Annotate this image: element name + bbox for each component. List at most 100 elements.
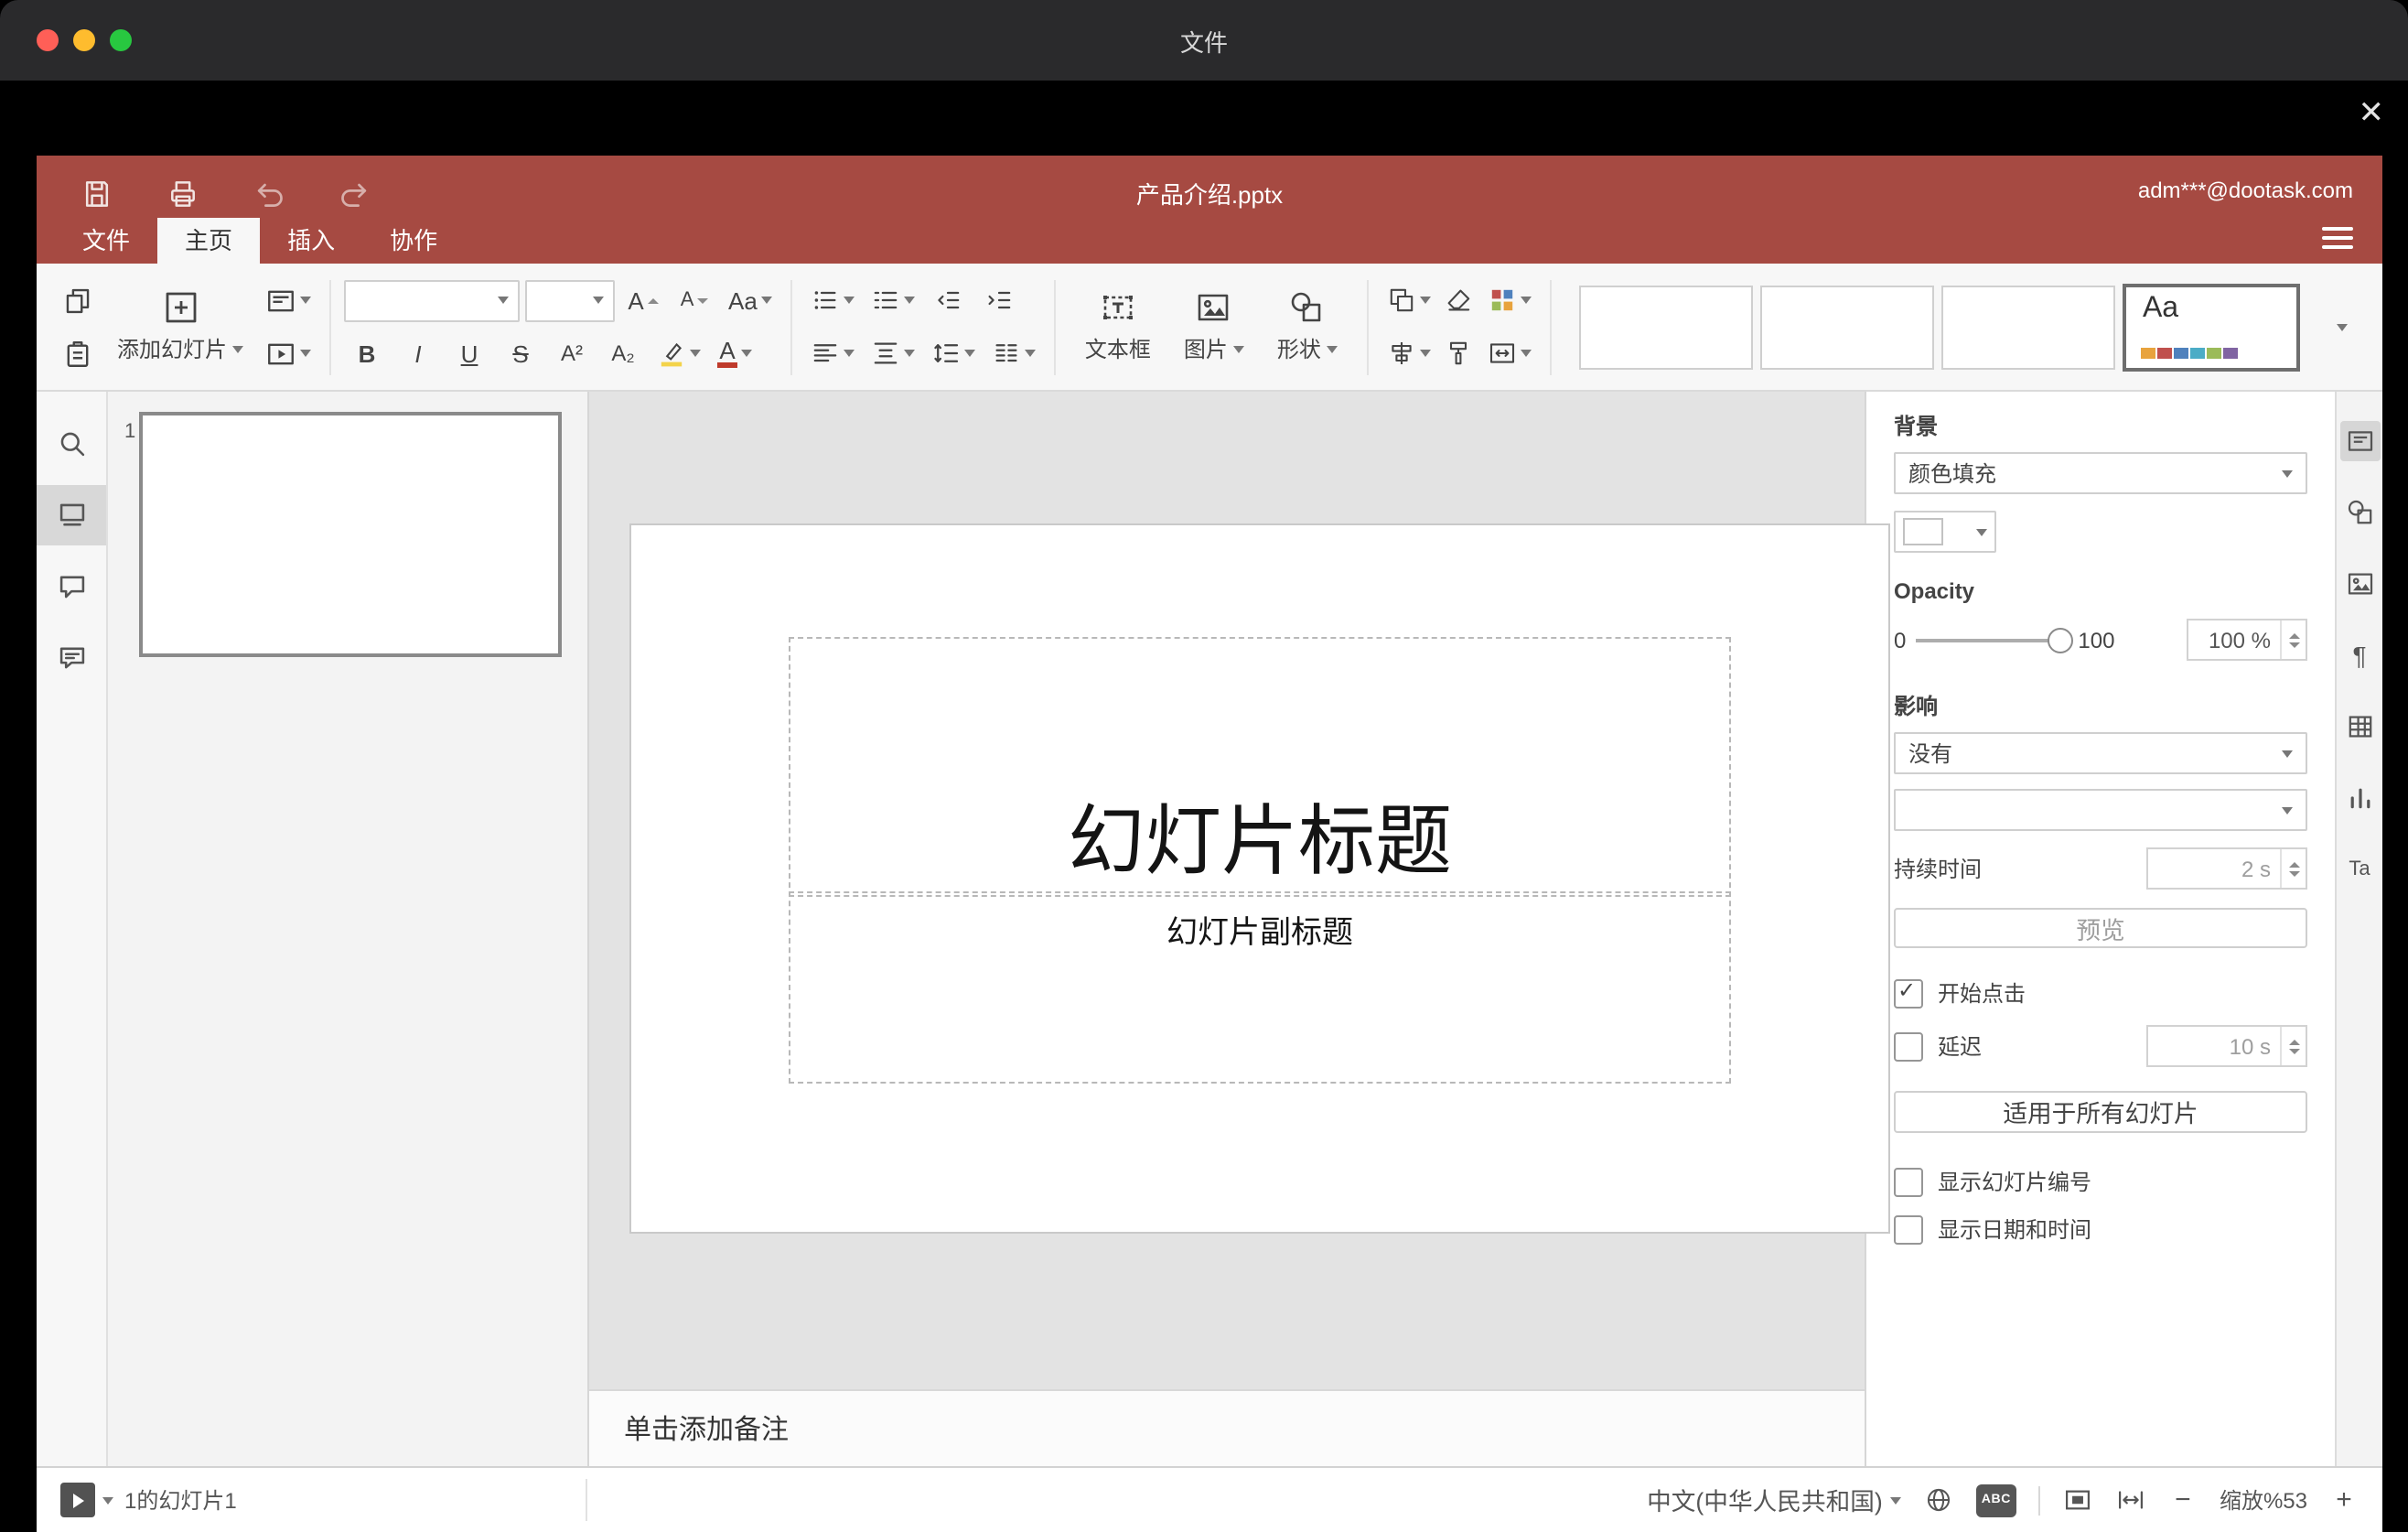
theme-thumbnail-selected[interactable]: Aa xyxy=(2122,283,2300,371)
insert-image-button[interactable]: 图片 xyxy=(1167,274,1261,380)
copy-style-button[interactable] xyxy=(1436,330,1482,376)
decrease-font-size-button[interactable]: A xyxy=(672,277,717,323)
underline-button[interactable]: U xyxy=(446,330,492,376)
spinner-arrows[interactable] xyxy=(2280,849,2306,888)
slide-thumbnail[interactable] xyxy=(139,412,562,657)
paste-button[interactable] xyxy=(55,330,101,376)
fit-to-slide-button[interactable] xyxy=(2062,1484,2093,1516)
arrange-shapes-button[interactable] xyxy=(1381,277,1436,323)
subscript-button[interactable]: A₂ xyxy=(600,330,646,376)
align-shapes-button[interactable] xyxy=(1381,330,1436,376)
save-button[interactable] xyxy=(73,170,119,216)
fill-color-select[interactable] xyxy=(1894,511,1996,553)
copy-button[interactable] xyxy=(55,277,101,323)
bold-button[interactable]: B xyxy=(344,330,390,376)
slide-size-button[interactable] xyxy=(1482,330,1537,376)
font-name-combo[interactable] xyxy=(344,279,521,321)
fill-type-select[interactable]: 颜色填充 xyxy=(1894,452,2307,494)
color-scheme-button[interactable] xyxy=(1482,277,1537,323)
start-slideshow-button[interactable] xyxy=(260,330,317,376)
italic-button[interactable]: I xyxy=(395,330,441,376)
show-date-time-checkbox[interactable] xyxy=(1894,1214,1923,1244)
bullets-button[interactable] xyxy=(805,277,860,323)
add-slide-button[interactable]: 添加幻灯片 xyxy=(101,274,260,380)
line-spacing-button[interactable] xyxy=(926,330,981,376)
arrange-group xyxy=(1381,277,1436,376)
tab-collaboration[interactable]: 协作 xyxy=(362,218,465,264)
theme-gallery-expand-button[interactable] xyxy=(2318,304,2364,350)
increase-font-size-button[interactable]: A xyxy=(620,277,666,323)
paragraph-settings-tab[interactable]: ¶ xyxy=(2339,635,2380,675)
numbering-button[interactable] xyxy=(865,277,920,323)
theme-thumbnail[interactable] xyxy=(1578,285,1753,369)
vertical-align-button[interactable] xyxy=(865,330,920,376)
notes-area[interactable]: 单击添加备注 xyxy=(589,1389,1865,1466)
increase-indent-button[interactable] xyxy=(977,277,1023,323)
text-art-settings-tab[interactable]: Ta xyxy=(2339,849,2380,890)
chat-panel-button[interactable] xyxy=(37,628,106,688)
slide-layout-button[interactable] xyxy=(260,277,317,323)
preview-button[interactable]: 预览 xyxy=(1894,908,2307,948)
columns-button[interactable] xyxy=(986,330,1041,376)
opacity-slider[interactable] xyxy=(1915,626,2073,653)
chevron-down-icon xyxy=(1976,528,1987,535)
clear-style-button[interactable] xyxy=(1436,277,1482,323)
opacity-input[interactable]: 100 % xyxy=(2187,619,2307,661)
superscript-button[interactable]: A² xyxy=(549,330,595,376)
close-window-button[interactable] xyxy=(37,29,59,51)
apply-to-all-button[interactable]: 适用于所有幻灯片 xyxy=(1894,1091,2307,1133)
theme-thumbnail[interactable] xyxy=(1759,285,1934,369)
slide-canvas[interactable]: 幻灯片标题 幻灯片副标题 xyxy=(629,523,1890,1234)
font-color-button[interactable]: A xyxy=(712,330,758,376)
slide-settings-tab[interactable] xyxy=(2339,421,2380,461)
change-case-button[interactable]: Aa xyxy=(723,277,778,323)
start-on-click-checkbox[interactable] xyxy=(1894,976,1923,1008)
delay-checkbox[interactable] xyxy=(1894,1031,1923,1061)
copy-icon xyxy=(66,287,90,313)
effect-type-select[interactable] xyxy=(1894,789,2307,831)
strikethrough-button[interactable]: S xyxy=(498,330,543,376)
shape-settings-tab[interactable] xyxy=(2339,492,2380,533)
zoom-in-button[interactable]: + xyxy=(2329,1484,2359,1516)
slider-knob[interactable] xyxy=(2047,628,2073,653)
table-settings-tab[interactable] xyxy=(2339,707,2380,747)
print-button[interactable] xyxy=(159,170,205,216)
canvas-scroll-area[interactable]: 幻灯片标题 幻灯片副标题 xyxy=(589,392,1890,1389)
set-language-button[interactable] xyxy=(1923,1484,1954,1516)
redo-button[interactable] xyxy=(331,170,377,216)
highlight-color-button[interactable] xyxy=(651,330,706,376)
slide-subtitle-placeholder[interactable]: 幻灯片副标题 xyxy=(789,891,1731,1084)
zoom-window-button[interactable] xyxy=(110,29,132,51)
slides-panel-button[interactable] xyxy=(37,485,106,545)
font-size-combo[interactable] xyxy=(525,279,616,321)
chevron-down-icon[interactable] xyxy=(102,1496,113,1504)
hamburger-menu-icon[interactable] xyxy=(2322,227,2353,249)
theme-thumbnail[interactable] xyxy=(1940,285,2115,369)
start-slideshow-status-button[interactable] xyxy=(60,1483,95,1517)
fit-to-width-button[interactable] xyxy=(2115,1484,2146,1516)
minimize-window-button[interactable] xyxy=(73,29,95,51)
zoom-out-button[interactable]: − xyxy=(2168,1484,2198,1516)
duration-input[interactable]: 2 s xyxy=(2146,847,2307,890)
effect-select[interactable]: 没有 xyxy=(1894,732,2307,774)
decrease-indent-button[interactable] xyxy=(926,277,972,323)
insert-textbox-button[interactable]: 文本框 xyxy=(1069,274,1167,380)
language-status-button[interactable]: 中文(中华人民共和国) xyxy=(1647,1483,1901,1517)
slide-title-placeholder[interactable]: 幻灯片标题 xyxy=(789,637,1731,897)
undo-button[interactable] xyxy=(245,170,291,216)
chart-settings-tab[interactable] xyxy=(2339,778,2380,818)
tab-file[interactable]: 文件 xyxy=(55,218,157,264)
close-preview-button[interactable]: ✕ xyxy=(2359,97,2385,128)
search-panel-button[interactable] xyxy=(37,414,106,474)
show-slide-number-checkbox[interactable] xyxy=(1894,1167,1923,1196)
spinner-arrows[interactable] xyxy=(2280,620,2306,659)
horizontal-align-button[interactable] xyxy=(805,330,860,376)
spellcheck-button[interactable]: ABC xyxy=(1975,1483,2016,1516)
insert-shape-button[interactable]: 形状 xyxy=(1261,274,1354,380)
spinner-arrows[interactable] xyxy=(2280,1027,2306,1065)
comments-panel-button[interactable] xyxy=(37,556,106,617)
image-settings-tab[interactable] xyxy=(2339,564,2380,604)
tab-home[interactable]: 主页 xyxy=(157,218,261,264)
tab-insert[interactable]: 插入 xyxy=(260,218,362,264)
delay-input[interactable]: 10 s xyxy=(2146,1025,2307,1067)
